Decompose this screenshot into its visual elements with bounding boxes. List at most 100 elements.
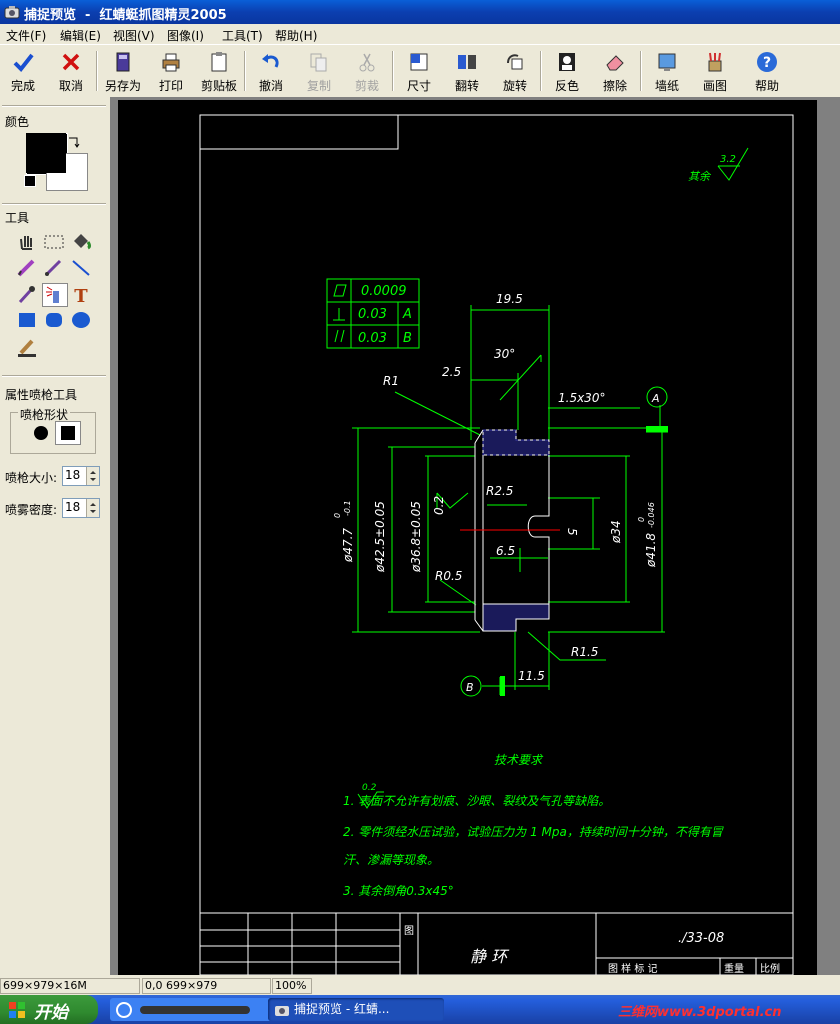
dim-r0-5: R0.5: [435, 569, 462, 583]
dim-30deg: 30°: [494, 347, 515, 361]
tools-section-label: 工具: [5, 211, 30, 225]
toolbar-separator: [640, 51, 642, 91]
invert-button[interactable]: 反色: [544, 49, 590, 93]
window-title: 捕捉预览 - 红蜻蜓抓图精灵2005: [24, 8, 227, 23]
menu-help[interactable]: 帮助(H): [275, 27, 317, 44]
ellipse-tool-icon[interactable]: [69, 309, 93, 331]
cut-button[interactable]: 剪裁: [344, 49, 390, 93]
parallel-value: 0.03: [358, 331, 387, 346]
menu-view[interactable]: 视图(V): [113, 27, 155, 44]
taskbar-item-active[interactable]: 捕捉预览 - 红蜻...: [268, 998, 444, 1021]
pencil-tool-icon[interactable]: [15, 257, 39, 279]
tech-line-3: 3. 其余倒角0.3x45°: [343, 884, 454, 898]
eraser-icon: [606, 55, 624, 71]
round-shape-option[interactable]: [30, 422, 52, 444]
dim-r2-5: R2.5: [486, 484, 513, 498]
highlighter-tool-icon[interactable]: [15, 337, 39, 359]
undo-button[interactable]: 撤消: [248, 49, 294, 93]
flip-button[interactable]: 翻转: [444, 49, 490, 93]
dimension-lines: [352, 305, 668, 695]
rectangle-tool-icon[interactable]: [15, 309, 39, 331]
datum-b-bar: [500, 676, 505, 696]
copy-label: 复制: [306, 79, 331, 93]
menu-file[interactable]: 文件(F): [6, 27, 46, 44]
start-button[interactable]: 开始: [0, 995, 98, 1024]
spray-density-value: 18: [65, 500, 81, 514]
dim-d47: ø47.7: [341, 528, 355, 563]
dim-d36: ø36.8±0.05: [409, 501, 423, 573]
paint-button[interactable]: 画图: [692, 49, 738, 93]
undo-icon: [262, 54, 279, 68]
dim-d42: ø42.5±0.05: [373, 501, 387, 573]
clipboard-icon: [211, 52, 227, 72]
dim-chamfer: 1.5x30°: [558, 391, 605, 405]
stepper-arrows[interactable]: [86, 467, 99, 485]
size-button[interactable]: 尺寸: [396, 49, 442, 93]
dim-d47-tol-lo: -0.1: [343, 500, 352, 516]
print-button[interactable]: 打印: [148, 49, 194, 93]
brush-tool-icon[interactable]: [42, 257, 66, 279]
wallpaper-label: 墙纸: [654, 79, 679, 93]
svg-text:?: ?: [763, 55, 771, 71]
dim-d47-tol-up: 0: [333, 513, 342, 518]
toolbar-separator: [392, 51, 394, 91]
book-save-icon: [116, 52, 130, 72]
default-colors-icon[interactable]: [24, 175, 36, 187]
spray-density-stepper[interactable]: 18: [62, 498, 100, 518]
menu-tools[interactable]: 工具(T): [222, 27, 263, 44]
square-shape-option[interactable]: [55, 421, 81, 445]
wallpaper-button[interactable]: 墙纸: [644, 49, 690, 93]
toolbar-separator: [244, 51, 246, 91]
select-rect-icon[interactable]: [42, 231, 66, 253]
roughness-rest-value: 3.2: [720, 154, 736, 165]
rounded-rect-tool-icon[interactable]: [42, 309, 66, 331]
part-name: 静 环: [470, 947, 510, 966]
image-info: 699×979×16M: [0, 978, 140, 994]
props-section-label: 属性喷枪工具: [5, 388, 78, 402]
spray-size-stepper[interactable]: 18: [62, 466, 100, 486]
save-as-label: 另存为: [104, 79, 141, 93]
dim-r1: R1: [383, 374, 399, 388]
perp-datum: A: [402, 307, 412, 322]
text-tool-icon[interactable]: T: [69, 283, 93, 305]
airbrush-tool-icon[interactable]: [42, 283, 68, 307]
flip-label: 翻转: [454, 79, 479, 93]
line-tool-icon[interactable]: [69, 257, 93, 279]
watermark: 三维网www.3dportal.cn: [618, 1005, 782, 1020]
toolbar-separator: [540, 51, 542, 91]
clipboard-button[interactable]: 剪贴板: [196, 49, 242, 93]
help-button[interactable]: ? 帮助: [744, 49, 790, 93]
erase-button[interactable]: 擦除: [592, 49, 638, 93]
spray-density-label: 喷雾密度:: [5, 503, 58, 517]
help-icon: ?: [757, 52, 777, 72]
fill-bucket-icon[interactable]: [69, 231, 93, 253]
scale-label: 比例: [760, 962, 780, 975]
parallel-datum: B: [403, 331, 412, 346]
square-shape-icon: [61, 426, 75, 440]
image-canvas[interactable]: 3.2 其余 0.0009 0.03 A 0.03 B 19.5 30° 2.5…: [118, 100, 817, 976]
toolbar: 完成 取消 另存为 打印 剪贴板 撤消 复制 剪裁 尺寸 翻转 旋转 反色 擦除…: [0, 44, 840, 98]
rotate-button[interactable]: 旋转: [492, 49, 538, 93]
color-section-label: 颜色: [5, 115, 30, 129]
dim-d34: ø34: [609, 520, 623, 544]
tech-line-2b: 汗、渗漏等现象。: [343, 853, 439, 867]
menu-image[interactable]: 图像(I): [167, 27, 204, 44]
menu-edit[interactable]: 编辑(E): [60, 27, 101, 44]
paint-brushes-icon: [708, 52, 722, 72]
part-profile: [460, 429, 560, 632]
done-button[interactable]: 完成: [0, 49, 46, 93]
cancel-button[interactable]: 取消: [48, 49, 94, 93]
stepper-arrows[interactable]: [86, 499, 99, 517]
zoom-level: 100%: [272, 978, 312, 994]
hand-tool-icon[interactable]: [15, 231, 39, 253]
dim-d41-tol-lo: -0.046: [647, 502, 656, 528]
eyedropper-icon[interactable]: [15, 283, 39, 305]
taskbar-item-blurred[interactable]: [110, 998, 286, 1021]
invert-portrait-icon: [559, 53, 575, 71]
title-bar: 捕捉预览 - 红蜻蜓抓图精灵2005: [0, 0, 840, 24]
swap-colors-icon[interactable]: [67, 135, 81, 149]
save-as-button[interactable]: 另存为: [100, 49, 146, 93]
copy-button[interactable]: 复制: [296, 49, 342, 93]
tu-label: 图: [404, 925, 414, 937]
flatness-value: 0.0009: [361, 284, 407, 299]
